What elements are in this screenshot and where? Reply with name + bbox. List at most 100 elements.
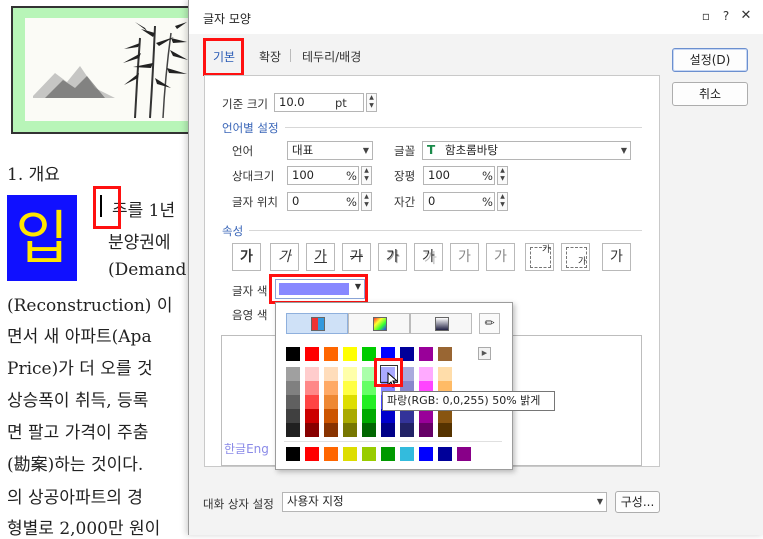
char-position-input[interactable]: 0 % [287, 192, 359, 211]
color-swatch[interactable] [305, 347, 319, 361]
color-swatch[interactable] [305, 423, 319, 437]
char-spacing-spinner[interactable]: ▲ ▼ [497, 192, 508, 211]
engrave-button[interactable]: 가 [486, 243, 515, 271]
char-spacing-input[interactable]: 0 % [423, 192, 495, 211]
color-swatch[interactable] [324, 347, 338, 361]
color-swatch[interactable] [305, 409, 319, 423]
font-select[interactable]: T 함초롬바탕 ▼ [422, 141, 631, 160]
color-swatch[interactable] [286, 409, 300, 423]
color-swatch[interactable] [286, 381, 300, 395]
recent-color-swatch[interactable] [400, 447, 414, 461]
italic-button[interactable]: 가 [270, 243, 299, 271]
shadow-button[interactable]: 가 [414, 243, 443, 271]
color-swatch[interactable] [324, 367, 338, 381]
color-swatch[interactable] [381, 423, 395, 437]
superscript-button[interactable]: 가 [525, 243, 554, 271]
color-swatch[interactable] [438, 347, 452, 361]
recent-color-swatch[interactable] [324, 447, 338, 461]
color-swatch[interactable] [324, 423, 338, 437]
subscript-button[interactable]: 가 [561, 243, 590, 271]
color-swatch[interactable] [419, 367, 433, 381]
char-position-unit: % [346, 195, 357, 209]
color-swatch[interactable] [305, 381, 319, 395]
base-size-input[interactable]: 10.0 pt [274, 93, 364, 112]
color-swatch[interactable] [381, 409, 395, 423]
color-swatch[interactable] [343, 367, 357, 381]
relative-size-input[interactable]: 100 % [287, 166, 359, 185]
chevron-down-icon: ▼ [596, 497, 603, 506]
chevron-down-icon: ▼ [620, 146, 627, 155]
color-swatch[interactable] [305, 395, 319, 409]
color-swatch[interactable] [343, 395, 357, 409]
document-line: 형별로 2,000만 원이 [7, 519, 161, 539]
base-size-label: 기준 크기 [222, 97, 268, 111]
color-swatch[interactable] [286, 347, 300, 361]
recent-color-swatch[interactable] [286, 447, 300, 461]
dialog-title: 글자 모양 [203, 12, 251, 26]
color-swatch[interactable] [343, 423, 357, 437]
outline-button[interactable]: 가 [378, 243, 407, 271]
bold-button[interactable]: 가 [232, 243, 261, 271]
eyedropper-icon[interactable]: ✏ [479, 313, 500, 334]
document-line: (勘案)하는 것이다. [7, 455, 144, 475]
color-swatch[interactable] [324, 395, 338, 409]
width-ratio-input[interactable]: 100 % [423, 166, 495, 185]
color-swatch[interactable] [438, 409, 452, 423]
color-swatch[interactable] [286, 423, 300, 437]
help-icon[interactable]: ? [719, 9, 733, 23]
recent-color-swatch[interactable] [457, 447, 471, 461]
color-swatch[interactable] [419, 423, 433, 437]
color-swatch[interactable] [343, 409, 357, 423]
char-position-spinner[interactable]: ▲ ▼ [361, 192, 372, 211]
palette-tab-standard[interactable] [348, 313, 410, 334]
recent-color-swatch[interactable] [438, 447, 452, 461]
dialog-setting-select[interactable]: 사용자 지정 ▼ [282, 492, 607, 512]
tab-extended[interactable]: 확장 [259, 48, 281, 65]
highlight-box-tab [203, 38, 244, 76]
relative-size-spinner[interactable]: ▲ ▼ [361, 166, 372, 185]
color-swatch[interactable] [438, 423, 452, 437]
recent-color-swatch[interactable] [419, 447, 433, 461]
char-position-value: 0 [292, 194, 300, 208]
tab-border-background[interactable]: 테두리/배경 [302, 48, 361, 65]
color-swatch[interactable] [438, 367, 452, 381]
normal-button[interactable]: 가 [602, 243, 631, 271]
recent-color-swatch[interactable] [343, 447, 357, 461]
color-swatch[interactable] [400, 423, 414, 437]
config-button[interactable]: 구성... [615, 491, 660, 513]
palette-tab-custom[interactable] [410, 313, 472, 334]
color-swatch[interactable] [343, 347, 357, 361]
emboss-button[interactable]: 가 [450, 243, 479, 271]
section-divider [249, 230, 642, 231]
char-position-label: 글자 위치 [232, 195, 278, 209]
close-icon[interactable]: ✕ [739, 9, 753, 23]
strikethrough-button[interactable]: 가 [342, 243, 371, 271]
color-swatch[interactable] [305, 367, 319, 381]
recent-color-swatch[interactable] [305, 447, 319, 461]
color-swatch[interactable] [324, 409, 338, 423]
recent-color-swatch[interactable] [381, 447, 395, 461]
color-swatch[interactable] [362, 395, 376, 409]
dialog-setting-value: 사용자 지정 [287, 494, 344, 508]
recent-color-swatch[interactable] [362, 447, 376, 461]
chat-icon[interactable]: ▫ [699, 9, 713, 23]
underline-button[interactable]: 가 [306, 243, 335, 271]
color-swatch[interactable] [286, 367, 300, 381]
language-value: 대표 [292, 143, 314, 157]
language-select[interactable]: 대표 ▼ [287, 141, 373, 160]
color-swatch[interactable] [286, 395, 300, 409]
more-colors-arrow-icon[interactable]: ▶ [478, 347, 491, 360]
base-size-spinner[interactable]: ▲ ▼ [366, 93, 377, 112]
color-swatch[interactable] [400, 409, 414, 423]
ok-button[interactable]: 설정(D) [672, 48, 748, 72]
cancel-button[interactable]: 취소 [672, 82, 748, 106]
width-ratio-spinner[interactable]: ▲ ▼ [497, 166, 508, 185]
palette-tab-theme[interactable] [286, 313, 348, 334]
color-swatch[interactable] [419, 347, 433, 361]
color-swatch[interactable] [419, 409, 433, 423]
color-swatch[interactable] [343, 381, 357, 395]
document-line: (Demand [108, 260, 187, 280]
color-swatch[interactable] [362, 423, 376, 437]
color-swatch[interactable] [362, 409, 376, 423]
color-swatch[interactable] [324, 381, 338, 395]
